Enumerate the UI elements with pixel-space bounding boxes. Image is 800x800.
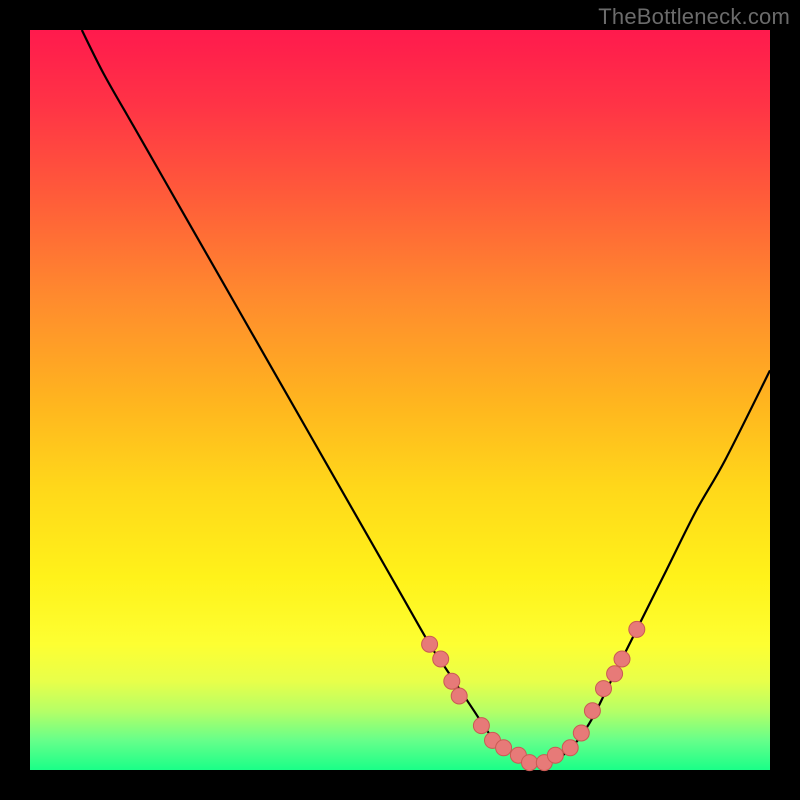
curve-dot: [562, 740, 578, 756]
curve-dot: [451, 688, 467, 704]
bottleneck-curve: [82, 30, 770, 764]
curve-dot: [444, 673, 460, 689]
curve-dot: [607, 666, 623, 682]
chart-frame: TheBottleneck.com: [0, 0, 800, 800]
curve-dot: [573, 725, 589, 741]
watermark-text: TheBottleneck.com: [598, 4, 790, 30]
curve-dot: [614, 651, 630, 667]
curve-dot: [547, 747, 563, 763]
curve-dot: [596, 681, 612, 697]
curve-dot: [496, 740, 512, 756]
curve-dot: [473, 718, 489, 734]
plot-area: [30, 30, 770, 770]
curve-dot: [629, 621, 645, 637]
curve-dot: [584, 703, 600, 719]
curve-dot: [522, 755, 538, 771]
chart-svg: [30, 30, 770, 770]
curve-dots: [422, 621, 645, 770]
curve-dot: [433, 651, 449, 667]
curve-dot: [422, 636, 438, 652]
